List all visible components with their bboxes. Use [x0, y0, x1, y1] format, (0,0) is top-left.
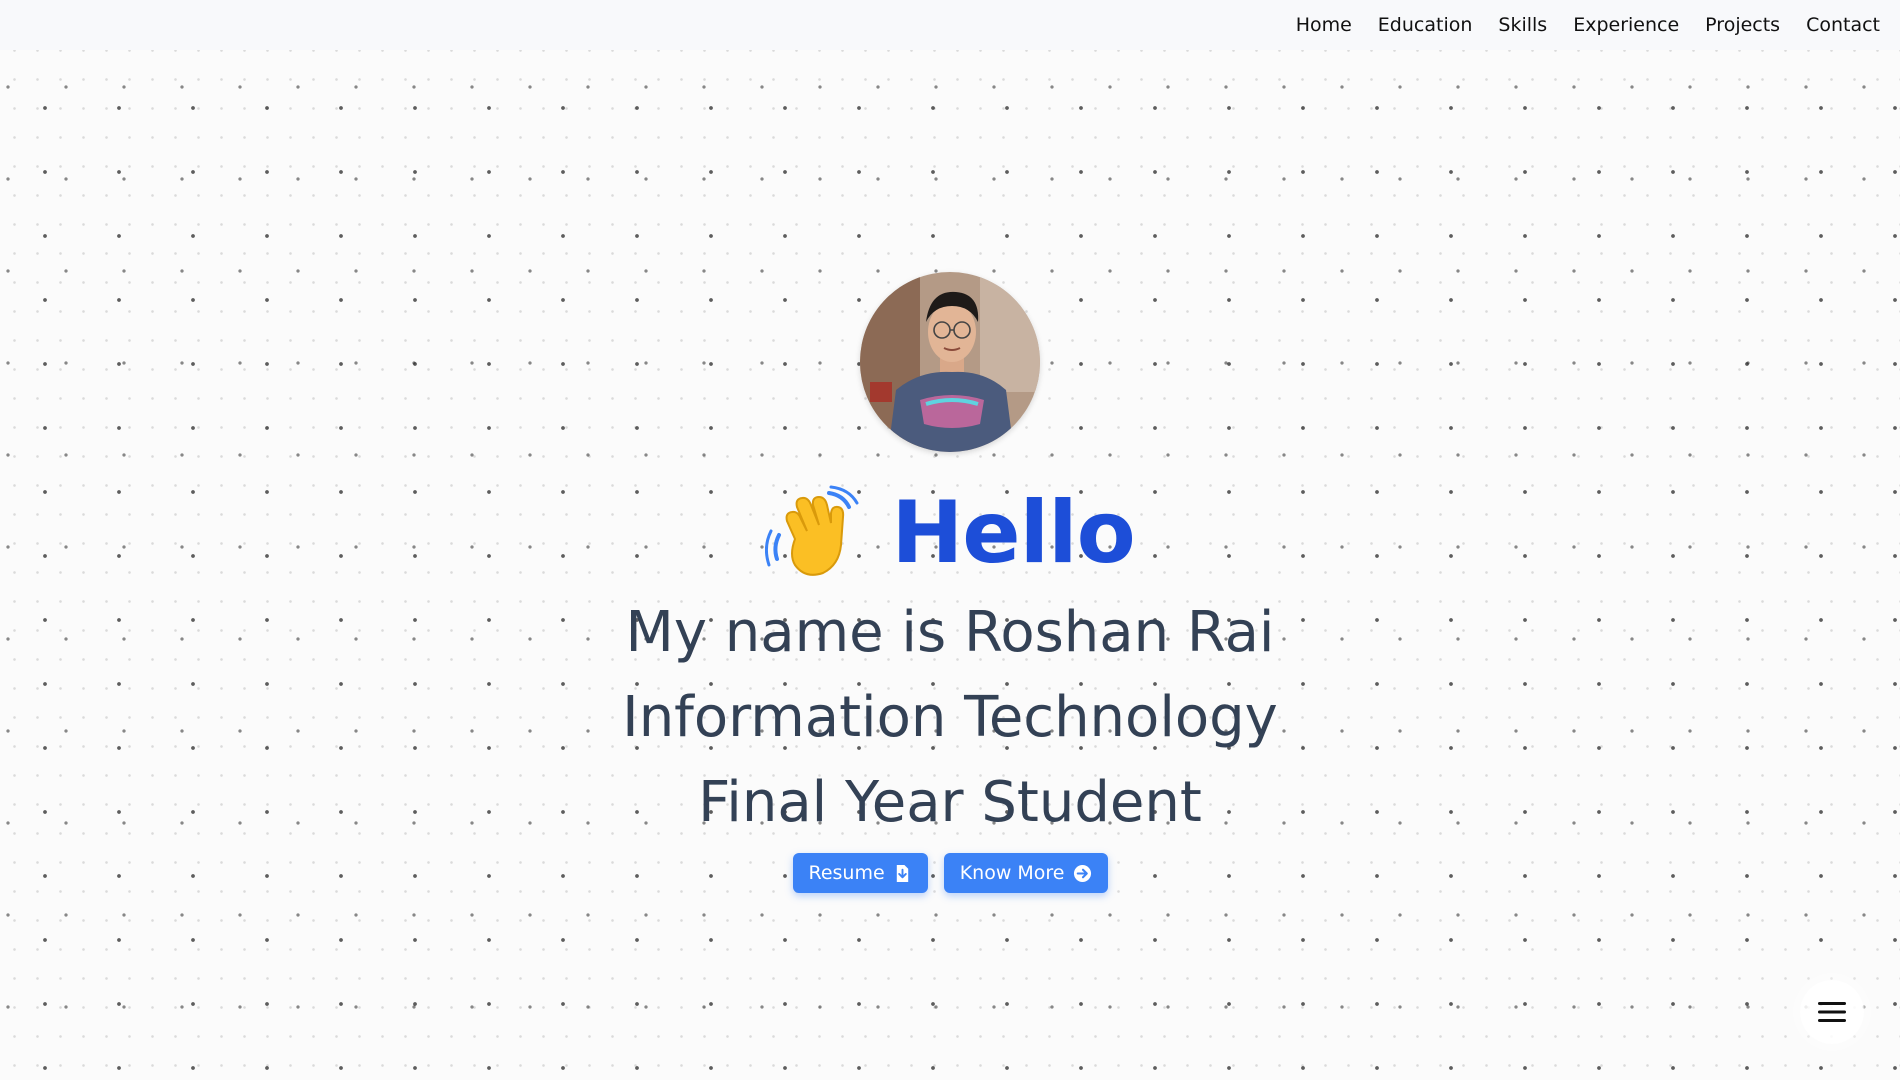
greeting-row: Hello: [0, 478, 1900, 588]
intro-status-line: Final Year Student: [698, 770, 1202, 835]
arrow-circle-right-icon: [1073, 864, 1091, 882]
floating-menu-button[interactable]: [1800, 980, 1864, 1044]
greeting-heading: Hello: [891, 483, 1135, 583]
hero-button-row: Resume Know More: [0, 853, 1900, 893]
resume-button[interactable]: Resume: [792, 853, 928, 893]
intro-field-line: Information Technology: [622, 685, 1278, 750]
resume-button-label: Resume: [808, 862, 885, 884]
download-file-icon: [896, 864, 908, 882]
know-more-button-label: Know More: [959, 862, 1065, 884]
profile-avatar: [860, 272, 1040, 452]
hamburger-menu-icon: [1818, 1002, 1846, 1022]
waving-hand-icon: [765, 485, 859, 576]
know-more-button[interactable]: Know More: [943, 853, 1108, 893]
hero-section: Hello My name is Roshan Rai Information …: [0, 0, 1900, 1080]
profile-photo: [860, 272, 1040, 452]
intro-name-line: My name is Roshan Rai: [625, 600, 1275, 665]
